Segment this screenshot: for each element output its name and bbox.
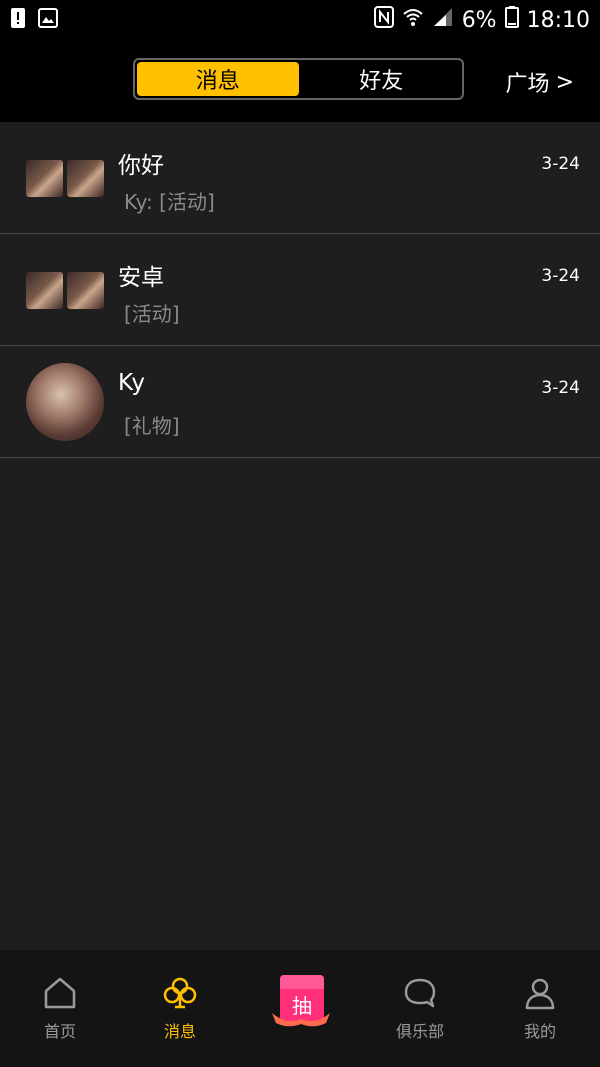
nav-messages-label: 消息 [163, 1022, 196, 1041]
conversation-title: 安卓 [118, 265, 164, 291]
plaza-label: 广场 [505, 72, 550, 97]
lottery-flap [280, 975, 324, 989]
alert-icon [10, 7, 26, 33]
app-screen: 6% 18:10 消息 好友 广场 > 你好 Ky: [活动] 3-24 安卓 … [0, 0, 600, 1067]
wifi-icon [402, 7, 424, 33]
avatar-thumb [67, 272, 104, 309]
home-icon [44, 977, 76, 1009]
lottery-button[interactable]: 抽 [270, 975, 332, 1031]
ribbon-icon [272, 1013, 330, 1027]
message-row[interactable]: 安卓 [活动] 3-24 [0, 234, 600, 346]
chevron-right-icon: > [555, 69, 574, 95]
message-row[interactable]: 你好 Ky: [活动] 3-24 [0, 122, 600, 234]
group-avatar [26, 160, 104, 197]
user-icon [525, 978, 555, 1010]
tab-messages[interactable]: 消息 [137, 62, 299, 96]
conversation-preview: [礼物] [124, 414, 180, 438]
conversation-preview: [活动] [124, 302, 180, 326]
avatar-thumb [26, 160, 63, 197]
status-bar: 6% 18:10 [0, 0, 600, 40]
image-icon [38, 8, 58, 32]
nav-home-label: 首页 [43, 1022, 76, 1041]
nav-profile[interactable]: 我的 [480, 950, 600, 1067]
nav-messages[interactable]: 消息 [120, 950, 240, 1067]
top-header: 消息 好友 广场 > [0, 40, 600, 122]
nav-club[interactable]: 俱乐部 [360, 950, 480, 1067]
conversation-date: 3-24 [541, 266, 580, 286]
nav-club-label: 俱乐部 [395, 1022, 444, 1041]
signal-icon [432, 7, 454, 33]
battery-percent: 6% [461, 7, 497, 33]
nav-home[interactable]: 首页 [0, 950, 120, 1067]
segmented-control: 消息 好友 [133, 58, 464, 100]
conversation-preview: Ky: [活动] [124, 190, 215, 214]
nfc-icon [373, 6, 394, 34]
clock: 18:10 [526, 7, 590, 33]
message-row[interactable]: Ky [礼物] 3-24 [0, 346, 600, 458]
avatar-thumb [67, 160, 104, 197]
conversation-date: 3-24 [541, 378, 580, 398]
conversation-title: 你好 [118, 153, 164, 179]
plaza-link[interactable]: 广场 > [506, 66, 574, 98]
avatar-thumb [26, 272, 63, 309]
nav-profile-label: 我的 [523, 1022, 556, 1041]
battery-icon [504, 6, 519, 34]
avatar [26, 363, 104, 441]
chat-bubble-icon [404, 978, 436, 1008]
conversation-title: Ky [118, 370, 146, 396]
club-icon [163, 977, 197, 1009]
tab-friends[interactable]: 好友 [301, 60, 463, 98]
group-avatar [26, 272, 104, 309]
message-list: 你好 Ky: [活动] 3-24 安卓 [活动] 3-24 Ky [礼物] 3-… [0, 122, 600, 458]
conversation-date: 3-24 [541, 154, 580, 174]
